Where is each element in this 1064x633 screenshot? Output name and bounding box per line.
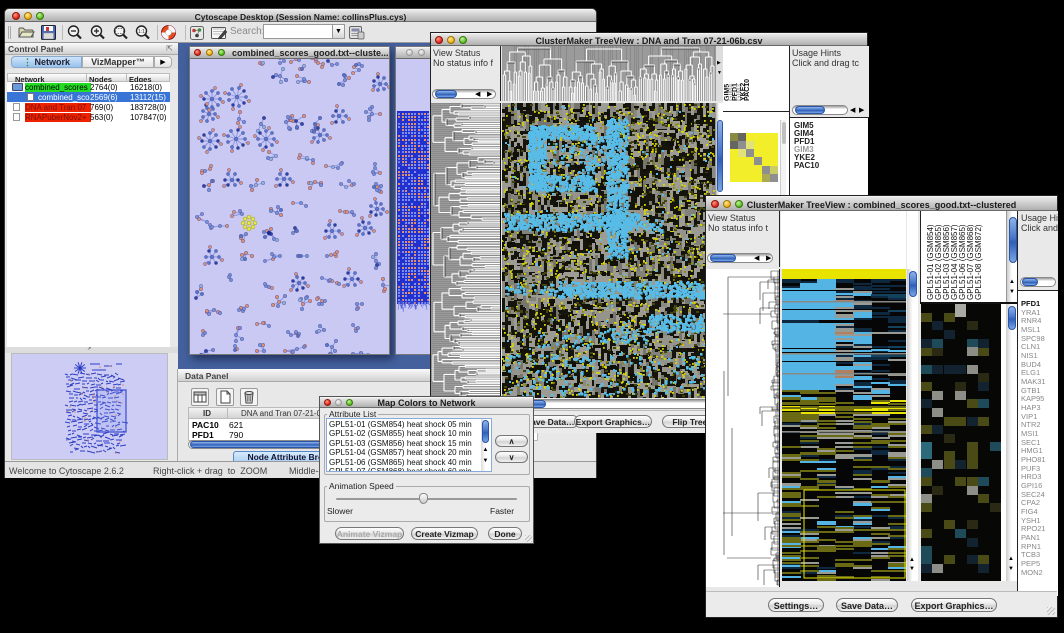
svg-text:1:1: 1:1 [138, 29, 145, 35]
